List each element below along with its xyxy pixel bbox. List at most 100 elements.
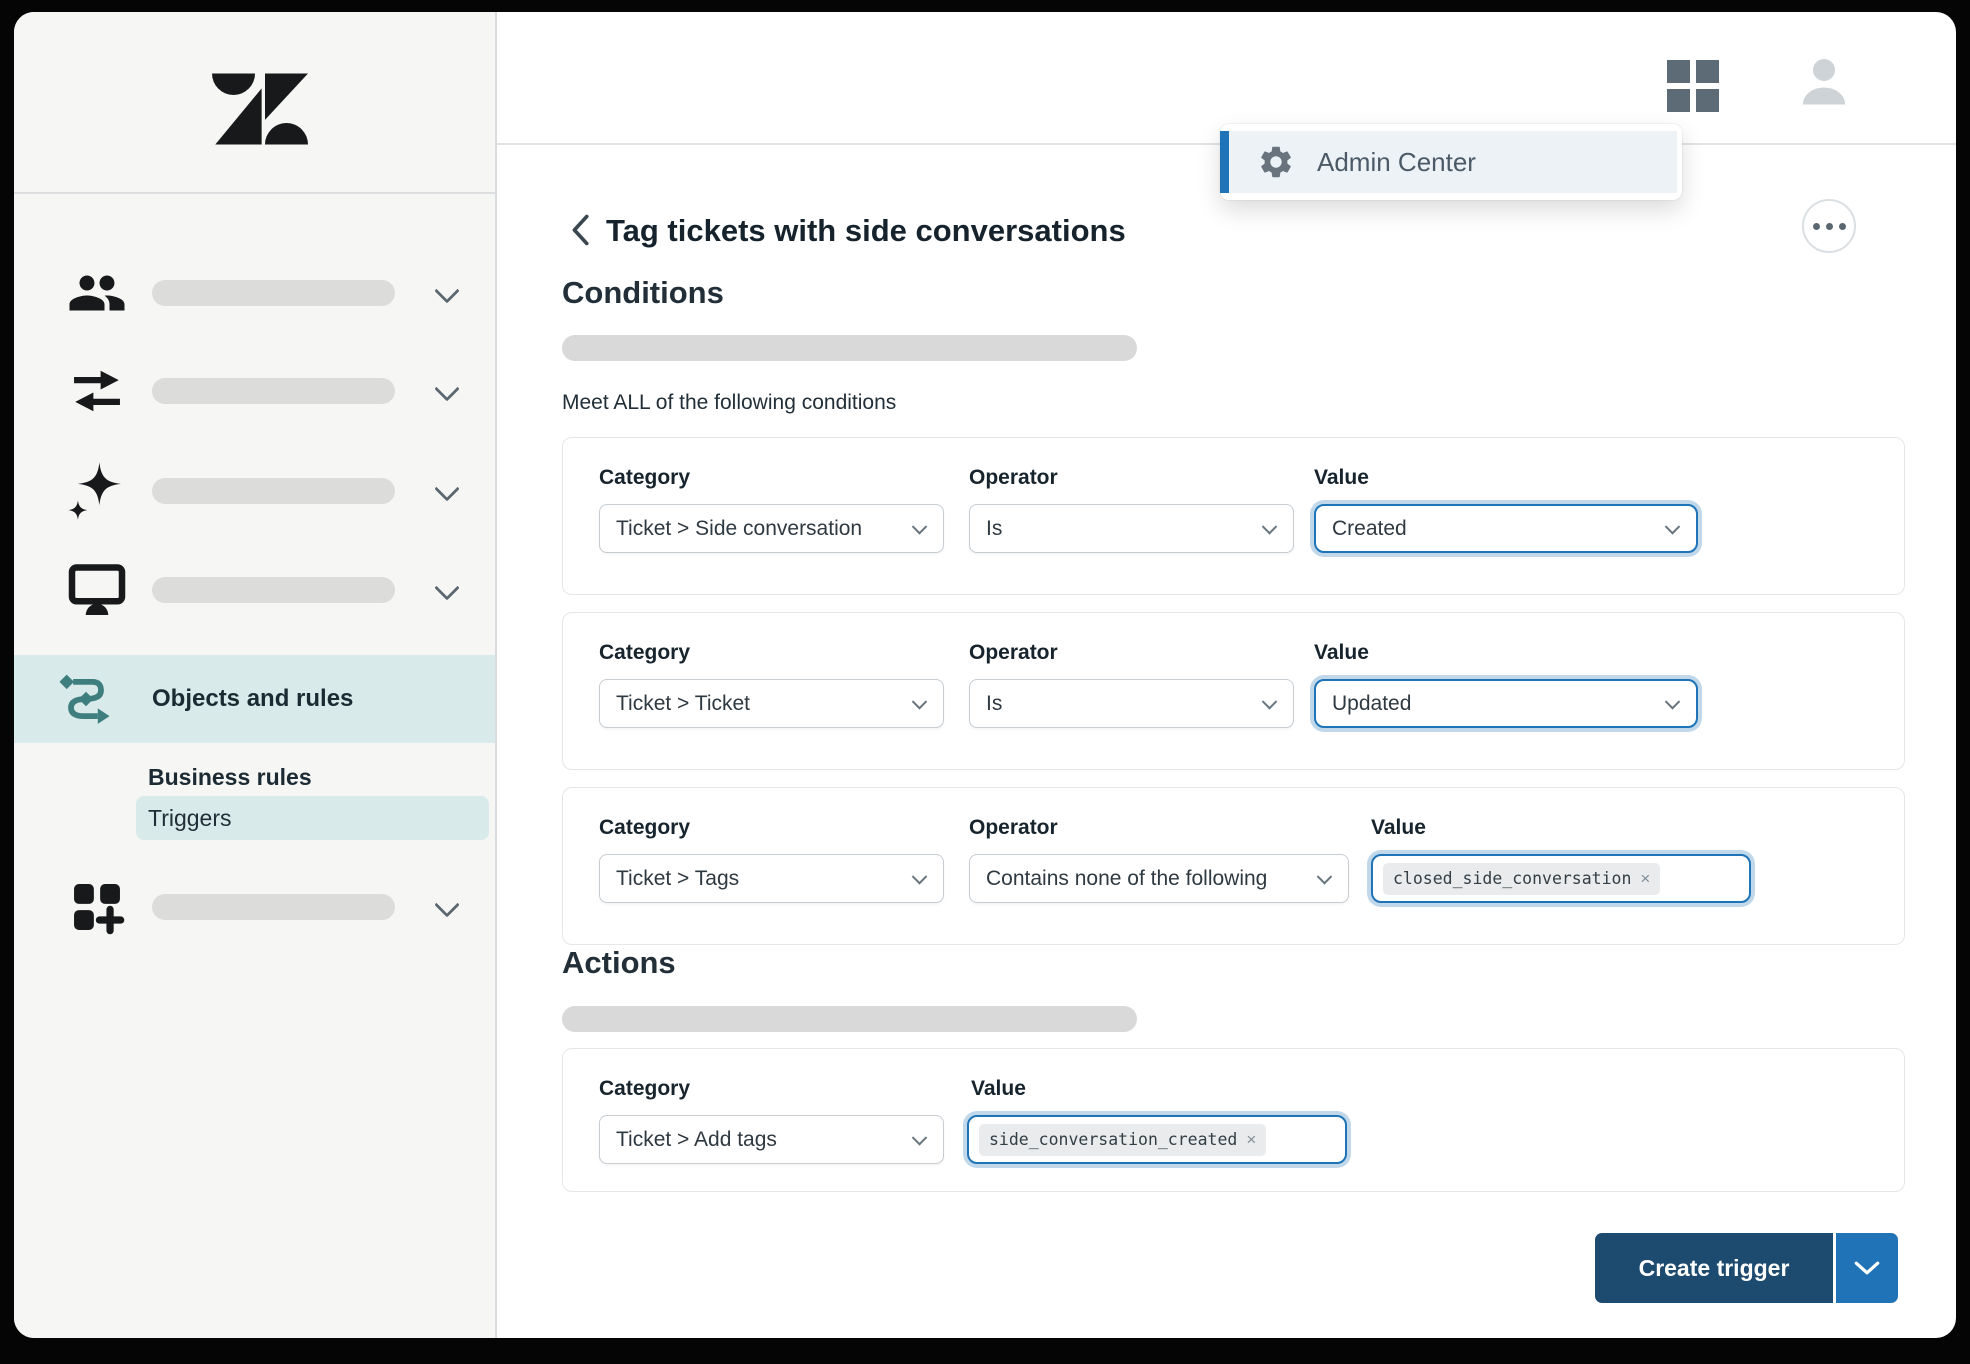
grid-icon — [1667, 60, 1690, 83]
action-card-1: Category Value Ticket > Add tags side_co… — [562, 1048, 1905, 1192]
sidebar-item-ai[interactable] — [14, 460, 495, 522]
sidebar-subitem-business-rules[interactable]: Business rules — [148, 758, 312, 796]
category-select[interactable]: Ticket > Side conversation — [599, 504, 944, 553]
select-value: Updated — [1332, 692, 1411, 716]
sidebar: Objects and rules Business rules Trigger… — [14, 12, 497, 1338]
dot-icon — [1826, 223, 1833, 230]
chevron-down-icon — [1854, 1261, 1880, 1276]
conditions-heading: Conditions — [562, 275, 724, 311]
select-value: Contains none of the following — [986, 867, 1267, 891]
value-tag-input[interactable]: closed_side_conversation × — [1371, 854, 1751, 903]
create-trigger-dropdown-button[interactable] — [1836, 1233, 1898, 1303]
select-value: Ticket > Ticket — [616, 692, 750, 716]
button-label: Create trigger — [1639, 1255, 1790, 1282]
select-value: Is — [986, 692, 1002, 716]
gear-icon — [1257, 143, 1295, 181]
conditions-match-rule: Meet ALL of the following conditions — [562, 391, 896, 415]
transfer-arrows-icon — [66, 360, 128, 422]
chevron-down-icon — [912, 694, 928, 710]
category-select[interactable]: Ticket > Ticket — [599, 679, 944, 728]
category-label: Category — [599, 1077, 690, 1101]
chevron-down-icon — [1665, 694, 1681, 710]
grid-icon — [1667, 89, 1690, 112]
tag-text: side_conversation_created — [989, 1130, 1237, 1149]
operator-select[interactable]: Contains none of the following — [969, 854, 1349, 903]
chevron-down-icon — [434, 376, 459, 401]
category-select[interactable]: Ticket > Tags — [599, 854, 944, 903]
chevron-down-icon — [1317, 869, 1333, 885]
dot-icon — [1813, 223, 1820, 230]
actions-heading: Actions — [562, 945, 676, 981]
objects-rules-icon — [55, 668, 117, 730]
chevron-left-icon — [566, 212, 594, 248]
chevron-down-icon — [434, 476, 459, 501]
description-skeleton — [562, 1006, 1137, 1032]
remove-tag-icon[interactable]: × — [1640, 869, 1650, 889]
operator-label: Operator — [969, 466, 1058, 490]
chevron-down-icon — [434, 575, 459, 600]
nav-label-skeleton — [152, 280, 395, 306]
sidebar-item-objects-and-rules[interactable]: Objects and rules — [14, 655, 495, 743]
operator-label: Operator — [969, 816, 1058, 840]
app-window: Objects and rules Business rules Trigger… — [14, 12, 1956, 1338]
operator-label: Operator — [969, 641, 1058, 665]
create-trigger-button[interactable]: Create trigger — [1595, 1233, 1833, 1303]
chevron-down-icon — [912, 519, 928, 535]
select-value: Created — [1332, 517, 1407, 541]
sidebar-item-apps[interactable] — [14, 876, 495, 938]
sidebar-item-workspaces[interactable] — [14, 559, 495, 621]
category-label: Category — [599, 641, 690, 665]
value-label: Value — [971, 1077, 1026, 1101]
chevron-down-icon — [1262, 519, 1278, 535]
chevron-down-icon — [1262, 694, 1278, 710]
page-title: Tag tickets with side conversations — [606, 210, 1126, 252]
menu-item-label: Admin Center — [1317, 147, 1476, 178]
condition-card-2: Category Operator Value Ticket > Ticket … — [562, 612, 1905, 770]
value-select[interactable]: Updated — [1314, 679, 1698, 728]
tag-text: closed_side_conversation — [1393, 869, 1631, 888]
people-icon — [66, 262, 128, 324]
chevron-down-icon — [912, 869, 928, 885]
condition-card-3: Category Operator Value Ticket > Tags Co… — [562, 787, 1905, 945]
person-icon — [1794, 52, 1854, 112]
description-skeleton — [562, 335, 1137, 361]
sidebar-item-people[interactable] — [14, 264, 495, 322]
grid-icon — [1696, 60, 1719, 83]
value-label: Value — [1371, 816, 1426, 840]
select-value: Ticket > Add tags — [616, 1128, 777, 1152]
overflow-menu-button[interactable] — [1802, 199, 1856, 253]
products-dropdown: Admin Center — [1220, 124, 1682, 200]
sidebar-divider — [14, 192, 495, 194]
nav-label-skeleton — [152, 478, 395, 504]
sidebar-subitem-label: Triggers — [148, 796, 232, 840]
category-select[interactable]: Ticket > Add tags — [599, 1115, 944, 1164]
category-label: Category — [599, 816, 690, 840]
monitor-person-icon — [66, 559, 128, 621]
value-label: Value — [1314, 641, 1369, 665]
nav-label-skeleton — [152, 378, 395, 404]
app-switcher-button[interactable] — [1667, 60, 1719, 112]
tag-pill: closed_side_conversation × — [1383, 863, 1660, 895]
condition-card-1: Category Operator Value Ticket > Side co… — [562, 437, 1905, 595]
category-label: Category — [599, 466, 690, 490]
menu-item-admin-center[interactable]: Admin Center — [1220, 131, 1677, 193]
chevron-down-icon — [1665, 519, 1681, 535]
value-tag-input[interactable]: side_conversation_created × — [967, 1115, 1347, 1164]
value-select[interactable]: Created — [1314, 504, 1698, 553]
sparkle-icon — [66, 460, 128, 522]
apps-plus-icon — [66, 876, 128, 938]
chevron-down-icon — [434, 278, 459, 303]
chevron-down-icon — [434, 892, 459, 917]
user-avatar[interactable] — [1794, 52, 1854, 112]
sidebar-subitem-triggers[interactable]: Triggers — [136, 796, 489, 840]
select-value: Ticket > Side conversation — [616, 517, 862, 541]
operator-select[interactable]: Is — [969, 679, 1294, 728]
back-button[interactable] — [566, 212, 596, 250]
dot-icon — [1839, 223, 1846, 230]
nav-label-skeleton — [152, 894, 395, 920]
remove-tag-icon[interactable]: × — [1246, 1130, 1256, 1150]
select-value: Ticket > Tags — [616, 867, 739, 891]
value-label: Value — [1314, 466, 1369, 490]
sidebar-item-channels[interactable] — [14, 362, 495, 420]
operator-select[interactable]: Is — [969, 504, 1294, 553]
